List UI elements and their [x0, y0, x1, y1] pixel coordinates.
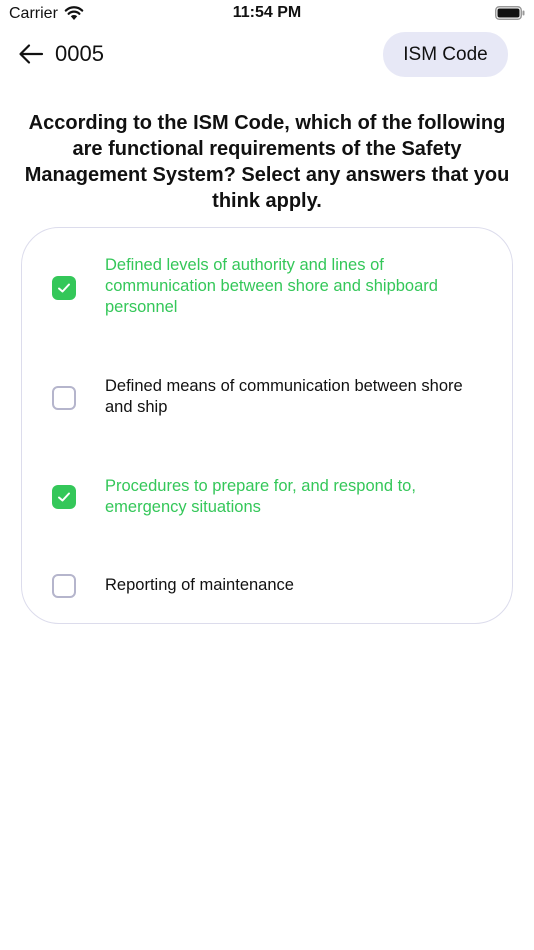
- option-3[interactable]: Procedures to prepare for, and respond t…: [22, 476, 512, 526]
- checkbox-unchecked[interactable]: [52, 386, 76, 410]
- question-text: According to the ISM Code, which of the …: [24, 112, 510, 212]
- checkbox-unchecked[interactable]: [52, 574, 76, 598]
- checkbox-checked[interactable]: [52, 276, 76, 300]
- option-label: Procedures to prepare for, and respond t…: [105, 477, 416, 516]
- option-2[interactable]: Defined means of communication between s…: [22, 376, 512, 426]
- checkmark-icon: [58, 492, 70, 502]
- navigation-bar: 0005 ISM Code: [0, 32, 534, 78]
- option-label: Reporting of maintenance: [105, 576, 294, 594]
- battery-icon: [495, 6, 525, 20]
- option-1[interactable]: Defined levels of authority and lines of…: [22, 256, 512, 328]
- options-card: Defined levels of authority and lines of…: [21, 227, 513, 624]
- option-label: Defined means of communication between s…: [105, 377, 463, 416]
- arrow-left-icon[interactable]: [18, 42, 44, 66]
- status-bar: Carrier 11:54 PM: [0, 0, 534, 28]
- topic-button[interactable]: ISM Code: [383, 32, 508, 77]
- checkmark-icon: [58, 283, 70, 293]
- option-label: Defined levels of authority and lines of…: [105, 256, 438, 316]
- question-number: 0005: [55, 41, 104, 66]
- checkbox-checked[interactable]: [52, 485, 76, 509]
- clock: 11:54 PM: [232, 4, 302, 21]
- option-4[interactable]: Reporting of maintenance: [22, 574, 512, 604]
